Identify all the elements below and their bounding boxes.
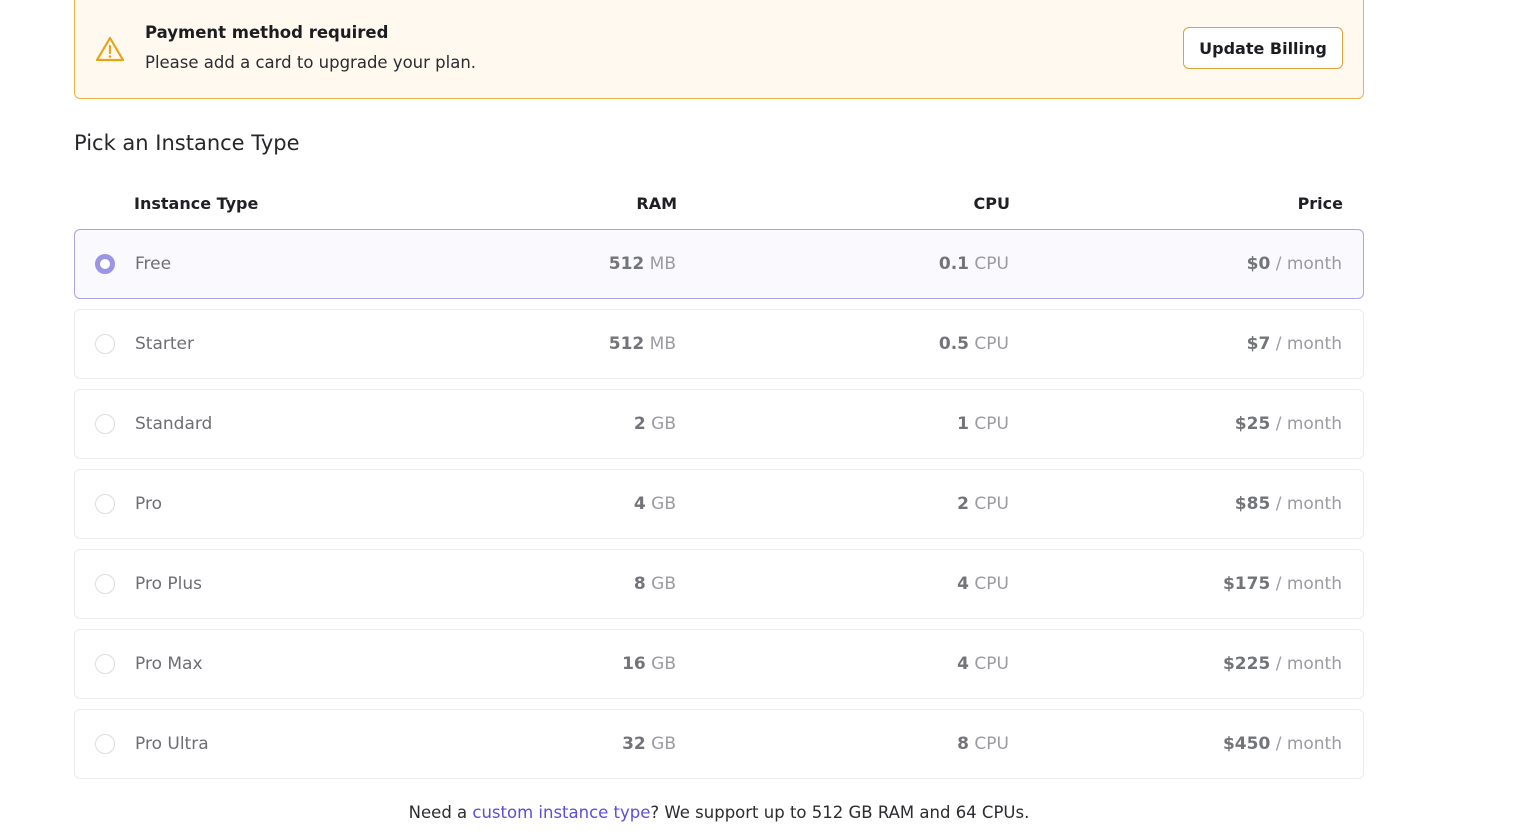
instance-row-standard[interactable]: Standard 2 GB 1 CPU $25 / month xyxy=(74,389,1364,459)
price-cell: $175 / month xyxy=(1222,574,1342,594)
cpu-cell: 1 CPU xyxy=(957,414,1009,434)
instance-name: Pro Plus xyxy=(135,574,202,594)
banner-title: Payment method required xyxy=(145,23,389,42)
banner-message: Please add a card to upgrade your plan. xyxy=(145,53,477,72)
instance-row-pro-plus[interactable]: Pro Plus 8 GB 4 CPU $175 / month xyxy=(74,549,1364,619)
instance-type-page: Payment method required Please add a car… xyxy=(0,0,1520,832)
update-billing-button[interactable]: Update Billing xyxy=(1183,27,1343,69)
radio-button[interactable] xyxy=(95,494,115,514)
price-cell: $225 / month xyxy=(1222,654,1342,674)
instance-row-starter[interactable]: Starter 512 MB 0.5 CPU $7 / month xyxy=(74,309,1364,379)
radio-button[interactable] xyxy=(95,734,115,754)
radio-button[interactable] xyxy=(95,334,115,354)
ram-cell: 4 GB xyxy=(633,494,676,514)
price-cell: $450 / month xyxy=(1222,734,1342,754)
table-header: Instance Type RAM CPU Price xyxy=(74,192,1364,218)
column-header-ram: RAM xyxy=(636,194,677,213)
warning-triangle-icon xyxy=(95,36,125,62)
footer-suffix: ? We support up to 512 GB RAM and 64 CPU… xyxy=(650,803,1030,822)
ram-cell: 16 GB xyxy=(622,654,676,674)
price-cell: $0 / month xyxy=(1246,254,1342,274)
ram-cell: 512 MB xyxy=(608,334,676,354)
instance-name: Free xyxy=(135,254,172,274)
cpu-cell: 4 CPU xyxy=(957,574,1009,594)
radio-button[interactable] xyxy=(95,654,115,674)
ram-cell: 512 MB xyxy=(608,254,676,274)
ram-cell: 32 GB xyxy=(622,734,676,754)
cpu-cell: 4 CPU xyxy=(957,654,1009,674)
instance-row-free[interactable]: Free 512 MB 0.1 CPU $0 / month xyxy=(74,229,1364,299)
instance-name: Standard xyxy=(135,414,213,434)
instance-name: Pro Ultra xyxy=(135,734,209,754)
instance-row-pro-max[interactable]: Pro Max 16 GB 4 CPU $225 / month xyxy=(74,629,1364,699)
cpu-cell: 2 CPU xyxy=(957,494,1009,514)
instance-name: Pro xyxy=(135,494,162,514)
custom-instance-type-link[interactable]: custom instance type xyxy=(472,803,650,822)
instance-row-pro-ultra[interactable]: Pro Ultra 32 GB 8 CPU $450 / month xyxy=(74,709,1364,779)
column-header-price: Price xyxy=(1297,194,1343,213)
footer-prefix: Need a xyxy=(408,803,473,822)
column-header-cpu: CPU xyxy=(973,194,1010,213)
cpu-cell: 0.5 CPU xyxy=(938,334,1009,354)
price-cell: $85 / month xyxy=(1234,494,1342,514)
instance-row-pro[interactable]: Pro 4 GB 2 CPU $85 / month xyxy=(74,469,1364,539)
payment-warning-banner: Payment method required Please add a car… xyxy=(74,0,1364,99)
cpu-cell: 0.1 CPU xyxy=(938,254,1009,274)
price-cell: $25 / month xyxy=(1234,414,1342,434)
radio-button[interactable] xyxy=(95,254,115,274)
price-cell: $7 / month xyxy=(1246,334,1342,354)
cpu-cell: 8 CPU xyxy=(957,734,1009,754)
radio-button[interactable] xyxy=(95,574,115,594)
instance-name: Pro Max xyxy=(135,654,203,674)
column-header-instance-type: Instance Type xyxy=(134,194,259,213)
ram-cell: 8 GB xyxy=(633,574,676,594)
radio-button[interactable] xyxy=(95,414,115,434)
instance-name: Starter xyxy=(135,334,194,354)
ram-cell: 2 GB xyxy=(633,414,676,434)
custom-instance-note: Need a custom instance type? We support … xyxy=(0,803,1438,822)
section-title: Pick an Instance Type xyxy=(74,131,300,155)
